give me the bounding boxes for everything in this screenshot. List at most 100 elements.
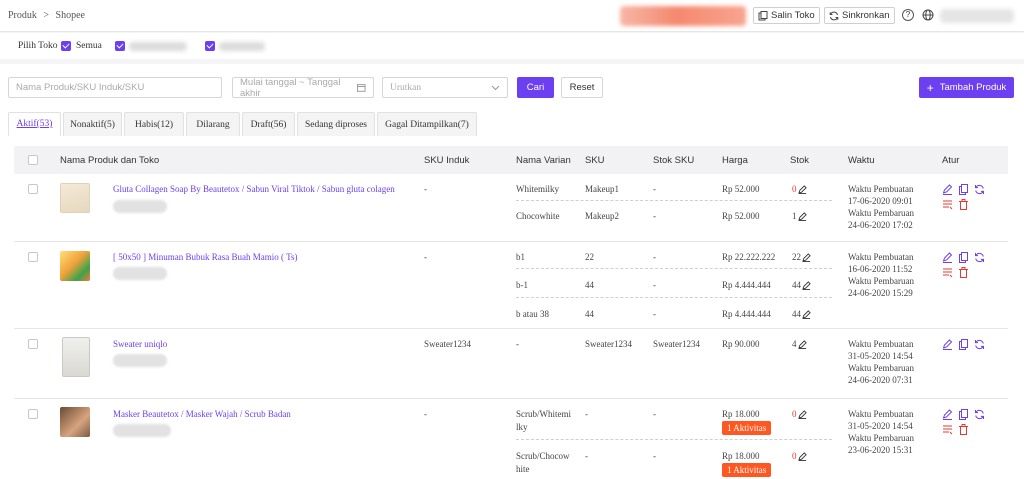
variant-divider [516, 268, 832, 269]
variant-stock[interactable]: 4 [792, 338, 807, 351]
tab-draft[interactable]: Draft(56) [242, 112, 295, 136]
top-bar: Produk > Shopee Salin Toko Sinkronkan ? [0, 0, 1024, 32]
variant-stock[interactable]: 22 [792, 251, 811, 264]
copy-icon[interactable] [958, 184, 969, 195]
col-nama-varian: Nama Varian [516, 155, 571, 166]
row-checkbox[interactable] [28, 252, 38, 262]
tab-gagal-ditampilkan[interactable]: Gagal Ditampilkan(7) [377, 112, 477, 136]
redacted-store-2 [219, 42, 265, 51]
tab-nonaktif[interactable]: Nonaktif(5) [63, 112, 122, 136]
product-thumbnail[interactable] [60, 251, 90, 281]
tab-habis[interactable]: Habis(12) [124, 112, 184, 136]
variant-name: Scrub/Chocow hite [516, 451, 570, 474]
salin-toko-label: Salin Toko [771, 10, 815, 21]
checkbox-semua[interactable] [61, 41, 71, 51]
tab-aktif[interactable]: Aktif(53) [8, 112, 61, 136]
variant-stock[interactable]: 0 [792, 408, 807, 421]
variant-divider [516, 200, 832, 201]
row-checkbox[interactable] [28, 339, 38, 349]
activity-badge[interactable]: 1 Aktivitas [722, 463, 772, 477]
sync-icon[interactable] [974, 184, 985, 195]
variant-stock[interactable]: 44 [792, 308, 811, 321]
product-name-link[interactable]: Masker Beautetox / Masker Wajah / Scrub … [113, 408, 291, 421]
variant-price: Rp 90.000 [722, 339, 760, 349]
variant-sku: Makeup1 [585, 184, 619, 194]
delete-icon[interactable] [958, 199, 969, 210]
variant-price: Rp 22.222.222 [722, 252, 776, 262]
select-all-checkbox[interactable] [28, 155, 38, 165]
row-actions [942, 409, 988, 437]
variant-stock[interactable]: 1 [792, 210, 807, 223]
variant-stock[interactable]: 0 [792, 183, 807, 196]
col-stok: Stok [790, 155, 810, 166]
tab-sedang-diproses[interactable]: Sedang diproses [297, 112, 375, 136]
variant-stok-sku: Sweater1234 [653, 339, 700, 349]
salin-toko-button[interactable]: Salin Toko [753, 7, 820, 24]
copy-icon[interactable] [958, 409, 969, 420]
tab-dilarang[interactable]: Dilarang [186, 112, 240, 136]
edit-stock-icon [797, 340, 807, 350]
edit-icon[interactable] [942, 184, 953, 195]
updated-time: 24-06-2020 15:29 [848, 288, 913, 298]
delete-icon[interactable] [958, 424, 969, 435]
edit-icon[interactable] [942, 409, 953, 420]
updated-time: 23-06-2020 15:31 [848, 445, 913, 455]
variant-stock[interactable]: 44 [792, 279, 811, 292]
tambah-produk-button[interactable]: + Tambah Produk [919, 77, 1014, 98]
sinkronkan-label: Sinkronkan [842, 10, 890, 21]
variant-name: b atau 38 [516, 309, 549, 319]
redacted-store-1 [129, 42, 187, 51]
reset-button[interactable]: Reset [561, 77, 603, 98]
variant-stok-sku: - [653, 309, 656, 319]
breadcrumb-separator: > [43, 10, 50, 21]
delete-icon[interactable] [958, 267, 969, 278]
variant-stok-sku: - [653, 409, 656, 419]
row-checkbox[interactable] [28, 184, 38, 194]
copy-icon[interactable] [958, 339, 969, 350]
product-thumbnail[interactable] [60, 183, 90, 213]
sort-select[interactable]: Urutkan [382, 77, 508, 98]
sync-icon[interactable] [974, 339, 985, 350]
variant-price: Rp 18.000 [722, 451, 760, 461]
product-thumbnail[interactable] [62, 337, 90, 377]
redacted-username[interactable] [940, 9, 1014, 23]
product-name-link[interactable]: Gluta Collagen Soap By Beautetox / Sabun… [113, 183, 413, 196]
sinkronkan-button[interactable]: Sinkronkan [824, 7, 895, 24]
list-icon[interactable] [942, 199, 953, 210]
calendar-icon [357, 84, 366, 92]
row-checkbox[interactable] [28, 409, 38, 419]
edit-icon[interactable] [942, 252, 953, 263]
breadcrumb-root[interactable]: Produk [8, 10, 37, 21]
edit-stock-icon [802, 281, 811, 291]
activity-badge[interactable]: 1 Aktivitas [722, 421, 772, 435]
redacted-shop-name [113, 354, 167, 367]
list-icon[interactable] [942, 267, 953, 278]
sku-induk: Sweater1234 [424, 339, 471, 349]
copy-icon[interactable] [958, 252, 969, 263]
variant-stok-sku: - [653, 184, 656, 194]
cari-button[interactable]: Cari [517, 77, 554, 98]
col-nama-produk: Nama Produk dan Toko [60, 155, 160, 166]
redacted-shop-name [113, 267, 167, 280]
sync-icon[interactable] [974, 252, 985, 263]
globe-icon[interactable] [922, 9, 934, 21]
product-name-link[interactable]: Sweater uniqlo [113, 338, 167, 351]
help-icon[interactable]: ? [902, 9, 914, 21]
variant-stock[interactable]: 0 [792, 450, 807, 463]
list-icon[interactable] [942, 424, 953, 435]
search-input[interactable]: Nama Produk/SKU Induk/SKU [8, 77, 222, 98]
date-range-input[interactable]: Mulai tanggal ~ Tanggal akhir [232, 77, 374, 99]
checkbox-store-1[interactable] [115, 41, 125, 51]
breadcrumb-current: Shopee [55, 10, 85, 21]
variant-name: - [516, 339, 519, 349]
product-name-link[interactable]: [ 50x50 ] Minuman Bubuk Rasa Buah Mamio … [113, 251, 297, 264]
product-thumbnail[interactable] [60, 407, 90, 437]
variant-sku: 44 [585, 309, 594, 319]
variant-stok-sku: - [653, 252, 656, 262]
col-sku: SKU [585, 155, 605, 166]
sync-icon[interactable] [974, 409, 985, 420]
edit-icon[interactable] [942, 339, 953, 350]
table-row: Sweater uniqlo Sweater1234 - Sweater1234… [14, 329, 1008, 399]
checkbox-store-2[interactable] [205, 41, 215, 51]
variant-price: Rp 52.000 [722, 211, 760, 221]
